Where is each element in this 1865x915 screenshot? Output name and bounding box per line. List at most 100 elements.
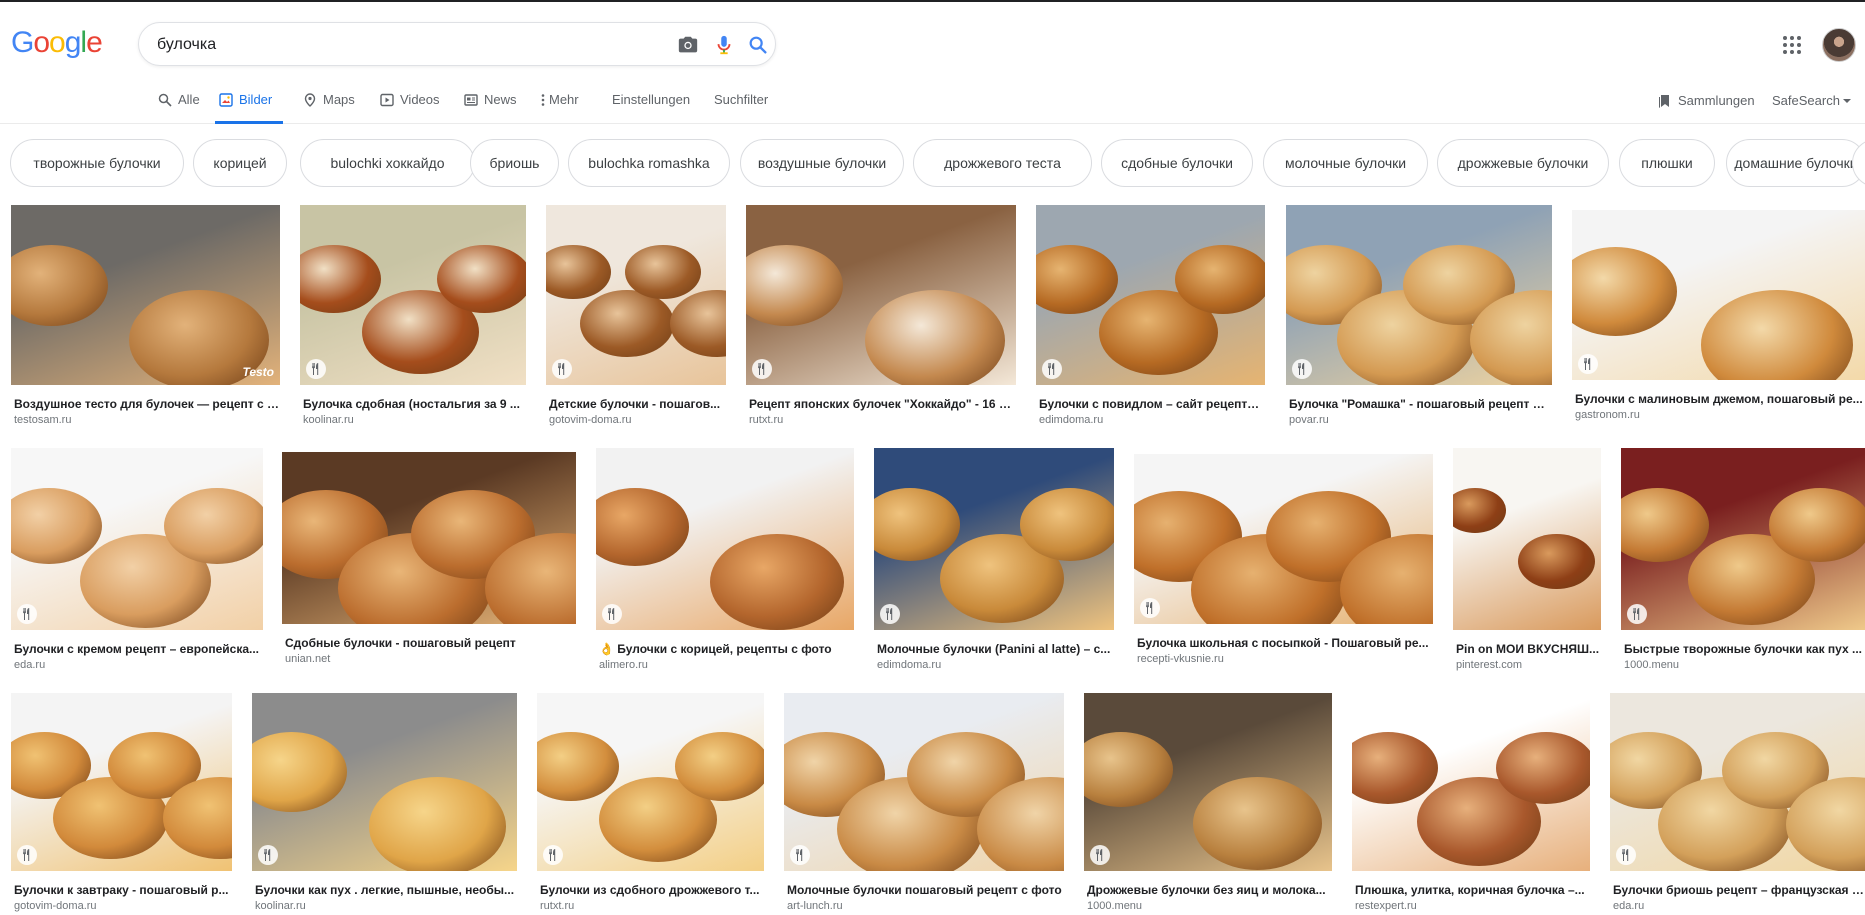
result-thumbnail[interactable] xyxy=(537,693,764,871)
related-search-chip[interactable]: сдобные булочки xyxy=(1101,139,1253,187)
related-search-chip[interactable]: дрожжевого теста xyxy=(913,139,1092,187)
image-result[interactable]: Булочки бриошь рецепт – французская к...… xyxy=(1610,693,1865,915)
search-box[interactable] xyxy=(138,22,776,66)
image-result[interactable]: Pin on МОИ ВКУСНЯШ... pinterest.com xyxy=(1453,448,1601,678)
image-result[interactable]: Булочки к завтраку - пошаговый р... gotov… xyxy=(11,693,232,915)
result-source[interactable]: unian.net xyxy=(285,653,575,665)
result-title[interactable]: Булочка школьная с посыпкой - Пошаговый … xyxy=(1137,636,1432,650)
result-thumbnail[interactable] xyxy=(1352,693,1590,871)
result-source[interactable]: koolinar.ru xyxy=(255,900,516,912)
result-thumbnail[interactable] xyxy=(11,693,232,871)
image-result[interactable]: Булочки из сдобного дрожжевого т... rutxt… xyxy=(537,693,764,915)
result-title[interactable]: Воздушное тесто для булочек — рецепт с в… xyxy=(14,397,279,411)
result-thumbnail[interactable] xyxy=(596,448,854,630)
result-title[interactable]: 👌 Булочки с корицей, рецепты с фото xyxy=(599,642,853,656)
result-title[interactable]: Булочки как пух . легкие, пышные, необы.… xyxy=(255,883,516,897)
result-title[interactable]: Детские булочки - пошагов... xyxy=(549,397,725,411)
result-source[interactable]: povar.ru xyxy=(1289,414,1551,426)
result-source[interactable]: gotovim-doma.ru xyxy=(14,900,231,912)
result-thumbnail[interactable] xyxy=(1610,693,1865,871)
safesearch-dropdown[interactable]: SafeSearch xyxy=(1772,93,1851,125)
result-source[interactable]: alimero.ru xyxy=(599,659,853,671)
related-search-chip[interactable]: дрожжевые булочки xyxy=(1437,139,1609,187)
result-source[interactable]: edimdoma.ru xyxy=(877,659,1113,671)
image-result[interactable]: Плюшка, улитка, коричная булочка –... res… xyxy=(1352,693,1590,915)
google-logo[interactable]: Google xyxy=(11,26,103,60)
related-search-chip[interactable]: bulochki хоккайдо xyxy=(300,139,475,187)
result-thumbnail[interactable] xyxy=(874,448,1114,630)
result-title[interactable]: Быстрые творожные булочки как пух ... xyxy=(1624,642,1864,656)
search-icon[interactable] xyxy=(747,34,769,56)
result-title[interactable]: Pin on МОИ ВКУСНЯШ... xyxy=(1456,642,1600,656)
tab-videos[interactable]: Videos xyxy=(380,92,440,124)
related-search-chip[interactable]: воздушные булочки xyxy=(740,139,904,187)
result-title[interactable]: Булочка "Ромашка" - пошаговый рецепт с .… xyxy=(1289,397,1551,411)
result-thumbnail[interactable] xyxy=(1453,448,1601,630)
camera-icon[interactable] xyxy=(677,34,699,56)
result-thumbnail[interactable]: Testo xyxy=(11,205,280,385)
result-title[interactable]: Дрожжевые булочки без яиц и молока... xyxy=(1087,883,1331,897)
image-result[interactable]: 👌 Булочки с корицей, рецепты с фото alime… xyxy=(596,448,854,678)
image-result[interactable]: Молочные булочки пошаговый рецепт с фото… xyxy=(784,693,1064,915)
account-avatar[interactable] xyxy=(1822,28,1856,62)
result-thumbnail[interactable] xyxy=(1084,693,1332,871)
result-title[interactable]: Молочные булочки пошаговый рецепт с фото xyxy=(787,883,1063,897)
result-thumbnail[interactable] xyxy=(1134,454,1433,624)
result-source[interactable]: 1000.menu xyxy=(1087,900,1331,912)
related-search-chip[interactable]: творожные булочки xyxy=(10,139,184,187)
result-source[interactable]: pinterest.com xyxy=(1456,659,1600,671)
image-result[interactable]: Булочки с повидлом – сайт рецепто... edim… xyxy=(1036,205,1265,433)
result-source[interactable]: koolinar.ru xyxy=(303,414,525,426)
tab-mehr[interactable]: Mehr xyxy=(541,92,579,124)
result-source[interactable]: recepti-vkusnie.ru xyxy=(1137,653,1432,665)
search-filter-link[interactable]: Suchfilter xyxy=(714,92,768,124)
result-thumbnail[interactable] xyxy=(1286,205,1552,385)
image-result[interactable]: Сдобные булочки - пошаговый рецепт unian.… xyxy=(282,452,576,672)
result-source[interactable]: gastronom.ru xyxy=(1575,409,1864,421)
image-result[interactable]: Булочки с малиновым джемом, пошаговый ре… xyxy=(1572,210,1865,428)
result-source[interactable]: eda.ru xyxy=(14,659,262,671)
collections-link[interactable]: Sammlungen xyxy=(1658,93,1755,125)
result-title[interactable]: Рецепт японских булочек "Хоккайдо" - 16 … xyxy=(749,397,1015,411)
result-source[interactable]: rutxt.ru xyxy=(540,900,763,912)
tab-bilder[interactable]: Bilder xyxy=(215,92,283,124)
result-thumbnail[interactable] xyxy=(11,448,263,630)
image-result[interactable]: Дрожжевые булочки без яиц и молока... 100… xyxy=(1084,693,1332,915)
result-thumbnail[interactable] xyxy=(282,452,576,624)
image-result[interactable]: Детские булочки - пошагов... gotovim-doma… xyxy=(546,205,726,433)
result-source[interactable]: restexpert.ru xyxy=(1355,900,1589,912)
mic-icon[interactable] xyxy=(713,34,735,56)
image-result[interactable]: Testo Воздушное тесто для булочек — рецеп… xyxy=(11,205,280,433)
result-thumbnail[interactable] xyxy=(300,205,526,385)
image-result[interactable]: Молочные булочки (Panini al latte) – с..… xyxy=(874,448,1114,678)
result-title[interactable]: Булочки из сдобного дрожжевого т... xyxy=(540,883,763,897)
result-title[interactable]: Булочки с малиновым джемом, пошаговый ре… xyxy=(1575,392,1864,406)
result-title[interactable]: Булочки к завтраку - пошаговый р... xyxy=(14,883,231,897)
apps-icon[interactable] xyxy=(1782,35,1802,55)
result-thumbnail[interactable] xyxy=(1572,210,1865,380)
result-thumbnail[interactable] xyxy=(546,205,726,385)
image-result[interactable]: Быстрые творожные булочки как пух ... 100… xyxy=(1621,448,1865,678)
result-thumbnail[interactable] xyxy=(746,205,1016,385)
result-title[interactable]: Булочки с кремом рецепт – европейска... xyxy=(14,642,262,656)
tab-maps[interactable]: Maps xyxy=(303,92,355,124)
settings-link[interactable]: Einstellungen xyxy=(612,92,690,124)
result-source[interactable]: edimdoma.ru xyxy=(1039,414,1264,426)
related-search-chip[interactable]: bulochka romashka xyxy=(568,139,730,187)
result-thumbnail[interactable] xyxy=(1036,205,1265,385)
result-title[interactable]: Булочка сдобная (ностальгия за 9 ... xyxy=(303,397,525,411)
tab-alle[interactable]: Alle xyxy=(158,92,200,124)
result-source[interactable]: eda.ru xyxy=(1613,900,1864,912)
result-title[interactable]: Сдобные булочки - пошаговый рецепт xyxy=(285,636,575,650)
result-title[interactable]: Молочные булочки (Panini al latte) – с..… xyxy=(877,642,1113,656)
image-result[interactable]: Булочка "Ромашка" - пошаговый рецепт с .… xyxy=(1286,205,1552,433)
image-result[interactable]: Булочки как пух . легкие, пышные, необы.… xyxy=(252,693,517,915)
result-source[interactable]: rutxt.ru xyxy=(749,414,1015,426)
result-thumbnail[interactable] xyxy=(252,693,517,871)
result-source[interactable]: art-lunch.ru xyxy=(787,900,1063,912)
result-source[interactable]: gotovim-doma.ru xyxy=(549,414,725,426)
image-result[interactable]: Рецепт японских булочек "Хоккайдо" - 16 … xyxy=(746,205,1016,433)
result-source[interactable]: testosam.ru xyxy=(14,414,279,426)
result-title[interactable]: Булочки бриошь рецепт – французская к... xyxy=(1613,883,1864,897)
result-title[interactable]: Булочки с повидлом – сайт рецепто... xyxy=(1039,397,1264,411)
